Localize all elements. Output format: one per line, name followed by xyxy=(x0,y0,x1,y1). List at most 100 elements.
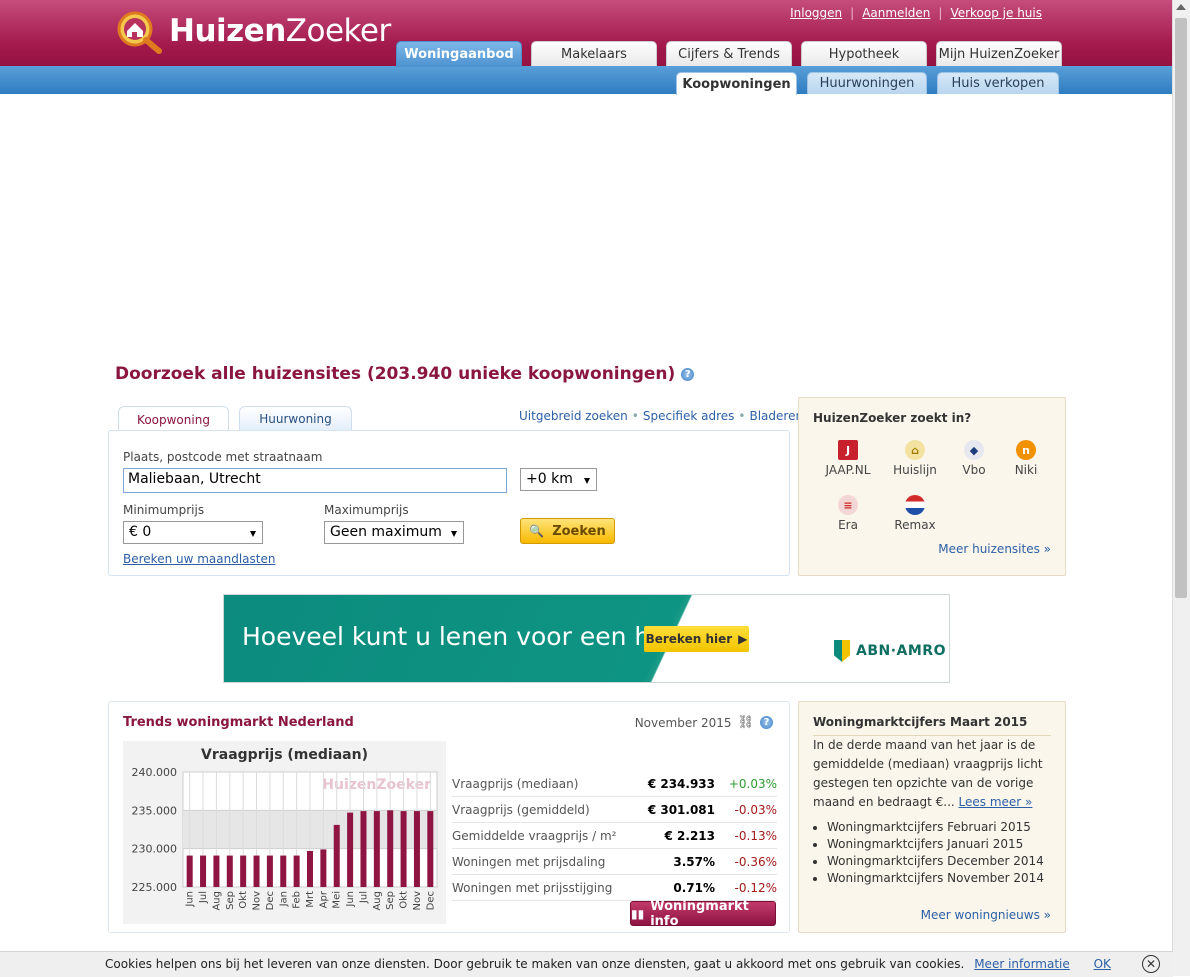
y-tick-label: 235.000 xyxy=(132,804,178,817)
stat-row: Vraagprijs (gemiddeld) € 301.081 -0.03% xyxy=(452,797,777,823)
banner-button-label: Bereken hier xyxy=(645,632,733,646)
site-remax[interactable]: Remax xyxy=(883,495,947,532)
tab-mijn-huizenzoeker[interactable]: Mijn HuizenZoeker xyxy=(936,41,1062,66)
page-title: Doorzoek alle huizensites (203.940 uniek… xyxy=(115,364,695,384)
bar xyxy=(413,811,420,887)
close-icon[interactable]: ✕ xyxy=(1142,955,1160,973)
browse-link[interactable]: Bladeren xyxy=(749,409,803,423)
place-input[interactable]: Maliebaan, Utrecht xyxy=(123,468,507,493)
login-link[interactable]: Inloggen xyxy=(782,6,850,20)
banner-button[interactable]: Bereken hier ▶ xyxy=(644,626,749,652)
x-tick-label: Jul xyxy=(198,891,209,904)
bar xyxy=(400,811,407,887)
page-scrollbar[interactable] xyxy=(1172,0,1190,976)
bar xyxy=(387,810,394,887)
help-icon[interactable]: ? xyxy=(681,367,695,381)
tab-makelaars[interactable]: Makelaars xyxy=(531,41,657,66)
subtab-huurwoningen[interactable]: Huurwoningen xyxy=(807,72,927,94)
min-price-label: Minimumprijs xyxy=(123,503,205,517)
max-price-label: Maximumprijs xyxy=(324,503,409,517)
tab-cijfers-trends[interactable]: Cijfers & Trends xyxy=(666,41,792,66)
radius-value: +0 km xyxy=(526,471,573,487)
more-sites-link[interactable]: Meer huizensites » xyxy=(938,542,1051,556)
site-niki[interactable]: n Niki xyxy=(994,440,1058,477)
y-tick-label: 230.000 xyxy=(132,843,178,856)
stat-value: € 234.933 xyxy=(647,777,715,791)
x-tick-label: Jan xyxy=(278,891,289,907)
read-more-link[interactable]: Lees meer » xyxy=(959,795,1033,809)
min-price-value: € 0 xyxy=(129,524,152,540)
max-price-select[interactable]: Geen maximum xyxy=(324,521,464,544)
specific-address-link[interactable]: Specifiek adres xyxy=(643,409,735,423)
cookie-more-info-link[interactable]: Meer informatie xyxy=(974,957,1070,971)
cookie-ok-link[interactable]: OK xyxy=(1094,957,1111,971)
bar xyxy=(240,855,247,887)
chart-svg: HuizenZoeker240.000235.000230.000225.000… xyxy=(132,766,438,911)
magnifier-house-icon xyxy=(117,11,162,54)
news-item[interactable]: Woningmarktcijfers December 2014 xyxy=(827,854,1065,868)
site-era[interactable]: ≡ Era xyxy=(816,495,880,532)
market-info-button[interactable]: ▮▮ Woningmarkt info xyxy=(630,899,776,929)
cookie-text: Cookies helpen ons bij het leveren van o… xyxy=(105,957,1111,971)
trends-title: Trends woningmarkt Nederland xyxy=(123,715,354,730)
niki-icon: n xyxy=(1016,440,1036,460)
news-item[interactable]: Woningmarktcijfers November 2014 xyxy=(827,871,1065,885)
x-tick-label: Jun xyxy=(345,891,356,908)
stat-change: -0.12% xyxy=(734,881,777,895)
news-item[interactable]: Woningmarktcijfers Februari 2015 xyxy=(827,820,1065,834)
abn-amro-banner[interactable]: Hoeveel kunt u lenen voor een huis? Bere… xyxy=(223,594,950,683)
min-price-select[interactable]: € 0 xyxy=(123,521,263,544)
sell-house-link[interactable]: Verkoop je huis xyxy=(942,6,1050,20)
tab-hypotheek[interactable]: Hypotheek xyxy=(801,41,927,66)
stat-row: Vraagprijs (mediaan) € 234.933 +0.03% xyxy=(452,771,777,797)
link-icon[interactable]: ⛓ xyxy=(737,715,754,730)
scroll-up-arrow-icon[interactable] xyxy=(1176,4,1186,10)
advanced-search-link[interactable]: Uitgebreid zoeken xyxy=(519,409,628,423)
banner-text: Hoeveel kunt u lenen voor een huis? xyxy=(242,622,700,651)
x-tick-label: Mei xyxy=(332,891,343,909)
signup-link[interactable]: Aanmelden xyxy=(854,6,938,20)
bar xyxy=(307,850,313,887)
search-type-tabs: Koopwoning Huurwoning xyxy=(118,406,352,432)
more-news-link[interactable]: Meer woningnieuws » xyxy=(921,908,1051,922)
stat-row: Woningen met prijsdaling 3.57% -0.36% xyxy=(452,849,777,875)
stat-change: -0.13% xyxy=(734,829,777,843)
stat-label: Gemiddelde vraagprijs / m² xyxy=(452,829,617,843)
bar xyxy=(200,855,207,887)
dropdown-arrow-icon xyxy=(451,531,457,537)
radius-select[interactable]: +0 km xyxy=(520,468,597,491)
y-tick-label: 240.000 xyxy=(132,766,178,779)
subtab-huis-verkopen[interactable]: Huis verkopen xyxy=(937,72,1059,94)
x-tick-label: Jul xyxy=(358,891,369,904)
site-huislijn[interactable]: ⌂ Huislijn xyxy=(883,440,947,477)
house-icon: ⌂ xyxy=(905,440,925,460)
place-label: Plaats, postcode met straatnaam xyxy=(123,450,323,464)
bar xyxy=(333,824,340,887)
scroll-thumb[interactable] xyxy=(1175,18,1187,598)
monthly-costs-link[interactable]: Bereken uw maandlasten xyxy=(123,552,275,566)
bar xyxy=(360,811,367,887)
logo-wordmark: HuizenZoeker xyxy=(169,13,391,49)
vbo-icon: ◆ xyxy=(964,440,984,460)
tab-huurwoning[interactable]: Huurwoning xyxy=(239,406,352,431)
bar xyxy=(293,855,300,887)
site-logo[interactable]: HuizenZoeker xyxy=(113,6,391,56)
trends-panel: Trends woningmarkt Nederland November 20… xyxy=(108,701,790,933)
subtab-koopwoningen[interactable]: Koopwoningen xyxy=(676,72,797,95)
stat-label: Woningen met prijsdaling xyxy=(452,855,606,869)
search-button[interactable]: 🔍 Zoeken xyxy=(520,518,615,544)
site-jaap[interactable]: J JAAP.NL xyxy=(816,440,880,477)
stat-label: Woningen met prijsstijging xyxy=(452,881,613,895)
x-tick-label: Okt xyxy=(399,891,410,909)
help-icon[interactable]: ? xyxy=(760,716,773,729)
tab-koopwoning[interactable]: Koopwoning xyxy=(118,406,229,432)
bar xyxy=(427,811,434,887)
play-arrow-icon: ▶ xyxy=(738,632,748,646)
y-tick-label: 225.000 xyxy=(132,881,178,894)
market-news-title: Woningmarktcijfers Maart 2015 xyxy=(813,715,1028,729)
search-icon: 🔍 xyxy=(529,524,545,538)
bar xyxy=(253,855,260,887)
news-item[interactable]: Woningmarktcijfers Januari 2015 xyxy=(827,837,1065,851)
era-icon: ≡ xyxy=(838,495,858,515)
tab-woningaanbod[interactable]: Woningaanbod xyxy=(396,41,522,67)
